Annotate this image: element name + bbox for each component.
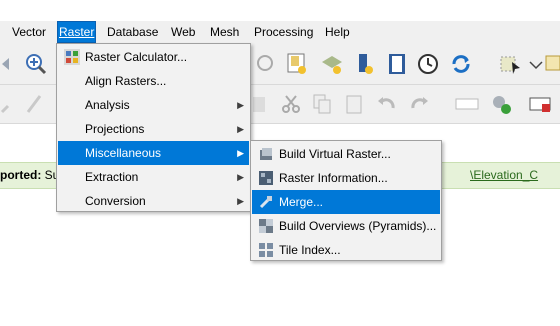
label-tool-icon[interactable] bbox=[490, 92, 514, 116]
menu-vector[interactable]: Vector bbox=[11, 22, 47, 42]
bookmark-manager-icon[interactable] bbox=[385, 52, 409, 76]
spatial-bookmark-icon[interactable] bbox=[355, 52, 379, 76]
menu-processing[interactable]: Processing bbox=[253, 22, 314, 42]
paste-icon[interactable] bbox=[342, 92, 366, 116]
pan-arrows-icon[interactable] bbox=[0, 52, 24, 76]
tile-index-icon bbox=[258, 242, 274, 258]
label-highlight-icon[interactable] bbox=[528, 92, 552, 116]
message-link[interactable]: \Elevation_C bbox=[470, 168, 538, 182]
submenu-arrow-icon: ▶ bbox=[237, 100, 244, 110]
cut-icon[interactable] bbox=[279, 92, 303, 116]
raster-menu: Raster Calculator... Align Rasters... An… bbox=[56, 43, 251, 212]
copy-icon[interactable] bbox=[310, 92, 334, 116]
deselect-icon[interactable] bbox=[543, 52, 560, 76]
menu-item-extraction[interactable]: Extraction ▶ bbox=[58, 165, 249, 189]
redo-icon[interactable] bbox=[407, 92, 431, 116]
temporal-clock-icon[interactable] bbox=[416, 52, 440, 76]
menu-item-conversion[interactable]: Conversion ▶ bbox=[58, 189, 249, 213]
menu-database[interactable]: Database bbox=[106, 22, 159, 42]
menu-help[interactable]: Help bbox=[324, 22, 351, 42]
menu-item-analysis[interactable]: Analysis ▶ bbox=[58, 93, 249, 117]
select-features-icon[interactable] bbox=[498, 52, 522, 76]
zoom-layer-icon[interactable] bbox=[254, 52, 278, 76]
pencil-icon[interactable] bbox=[22, 92, 46, 116]
overviews-icon bbox=[258, 218, 274, 234]
message-text: ported: Su bbox=[0, 168, 60, 182]
submenu-arrow-icon: ▶ bbox=[237, 196, 244, 206]
label-abc-icon[interactable] bbox=[455, 92, 479, 116]
undo-icon[interactable] bbox=[375, 92, 399, 116]
raster-info-icon bbox=[258, 170, 274, 186]
edit-pencil-icon[interactable] bbox=[0, 92, 24, 116]
menu-item-tile-index[interactable]: Tile Index... bbox=[252, 238, 440, 262]
refresh-icon[interactable] bbox=[449, 52, 473, 76]
menu-item-raster-information[interactable]: Raster Information... bbox=[252, 166, 440, 190]
menu-item-miscellaneous[interactable]: Miscellaneous ▶ bbox=[58, 141, 249, 165]
merge-icon bbox=[258, 194, 274, 210]
menu-item-build-overviews[interactable]: Build Overviews (Pyramids)... bbox=[252, 214, 440, 238]
qgis-window: Vector Raster Database Web Mesh Processi… bbox=[0, 0, 560, 326]
menu-mesh[interactable]: Mesh bbox=[209, 22, 240, 42]
menu-raster[interactable]: Raster bbox=[56, 21, 97, 43]
miscellaneous-submenu: Build Virtual Raster... Raster Informati… bbox=[250, 140, 442, 261]
zoom-in-icon[interactable] bbox=[24, 52, 48, 76]
menu-item-raster-calculator[interactable]: Raster Calculator... bbox=[58, 45, 249, 69]
submenu-arrow-icon: ▶ bbox=[237, 148, 244, 158]
new-bookmark-icon[interactable] bbox=[285, 52, 309, 76]
menu-item-merge[interactable]: Merge... bbox=[252, 190, 440, 214]
virtual-raster-icon bbox=[258, 146, 274, 162]
submenu-arrow-icon: ▶ bbox=[237, 172, 244, 182]
raster-calculator-icon bbox=[64, 49, 80, 65]
menu-item-build-virtual-raster[interactable]: Build Virtual Raster... bbox=[252, 142, 440, 166]
menu-item-projections[interactable]: Projections ▶ bbox=[58, 117, 249, 141]
window-top-strip bbox=[0, 0, 560, 21]
menu-item-align-rasters[interactable]: Align Rasters... bbox=[58, 69, 249, 93]
show-bookmarks-icon[interactable] bbox=[320, 52, 344, 76]
menubar: Vector Raster Database Web Mesh Processi… bbox=[0, 21, 560, 43]
menu-web[interactable]: Web bbox=[170, 22, 196, 42]
submenu-arrow-icon: ▶ bbox=[237, 124, 244, 134]
